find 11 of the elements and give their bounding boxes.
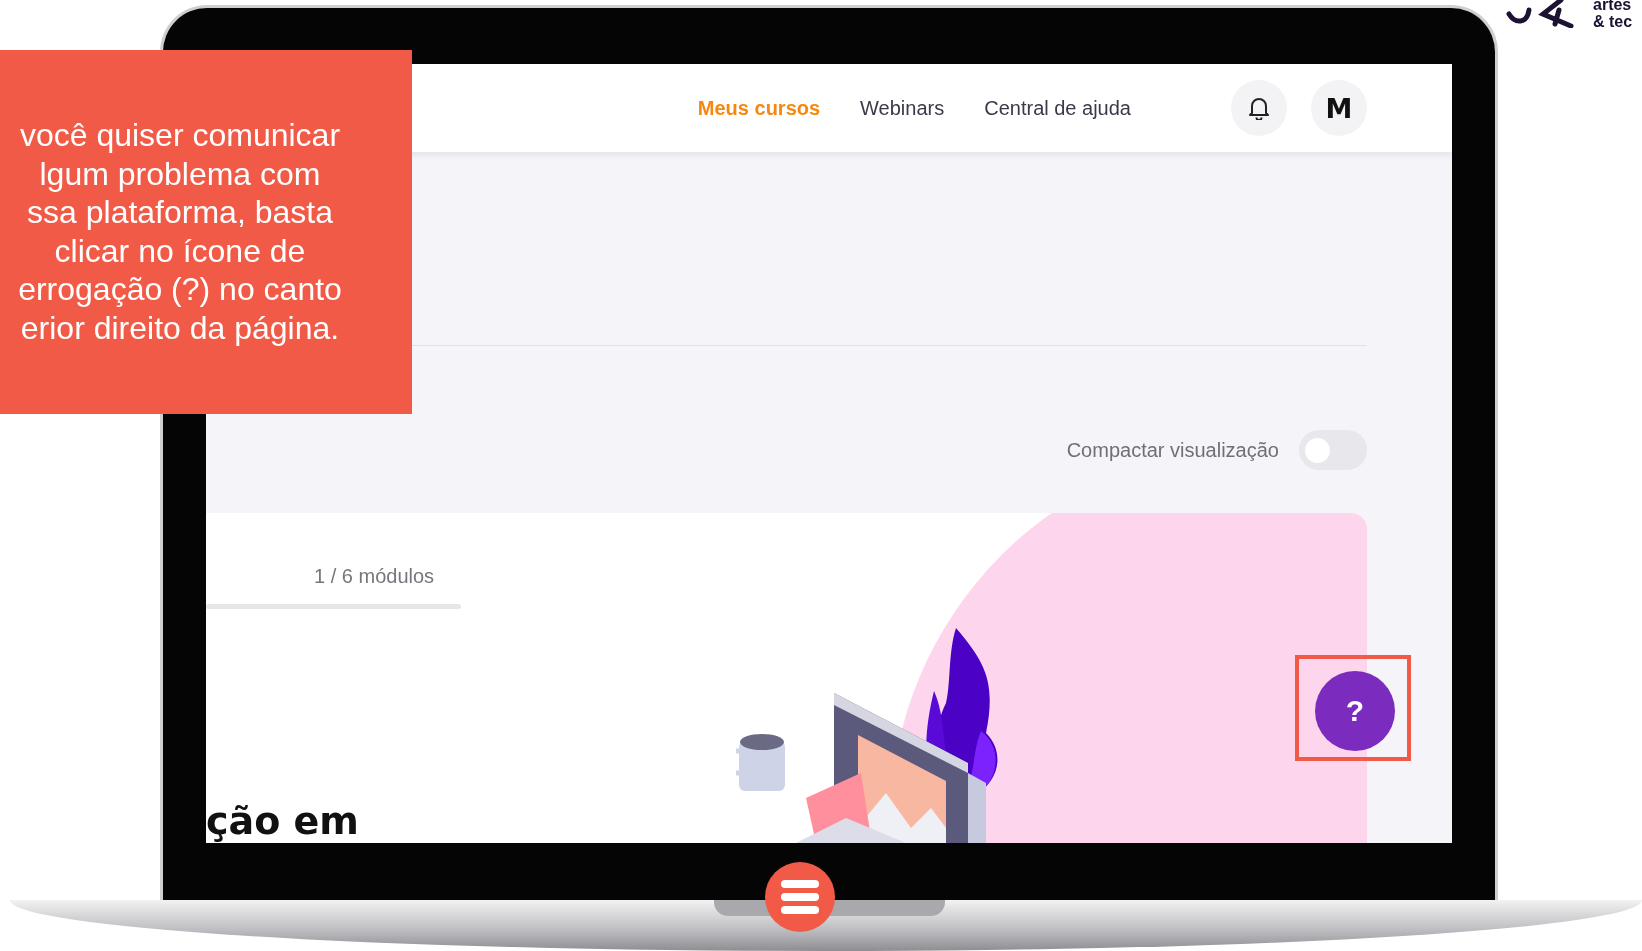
module-progress-text: 1 / 6 módulos (314, 565, 435, 588)
nav-link[interactable]: Webinars (860, 96, 945, 120)
logo-text: artes & tec (1593, 0, 1633, 30)
avatar-button[interactable]: M (1311, 80, 1367, 136)
toggle-label: Compactar visualização (1066, 438, 1279, 462)
bell-icon (1248, 96, 1270, 120)
nav-link[interactable]: Central de ajuda (984, 96, 1131, 120)
callout-text: você quiser comunicar lgum problema com ssa plataforma, basta clicar no ícone de errogação (?) no canto erior direito da página. (17, 116, 343, 347)
course-title: ção em (206, 799, 359, 843)
toggle-switch[interactable] (1299, 430, 1367, 470)
help-button[interactable]: ? (1315, 671, 1395, 751)
